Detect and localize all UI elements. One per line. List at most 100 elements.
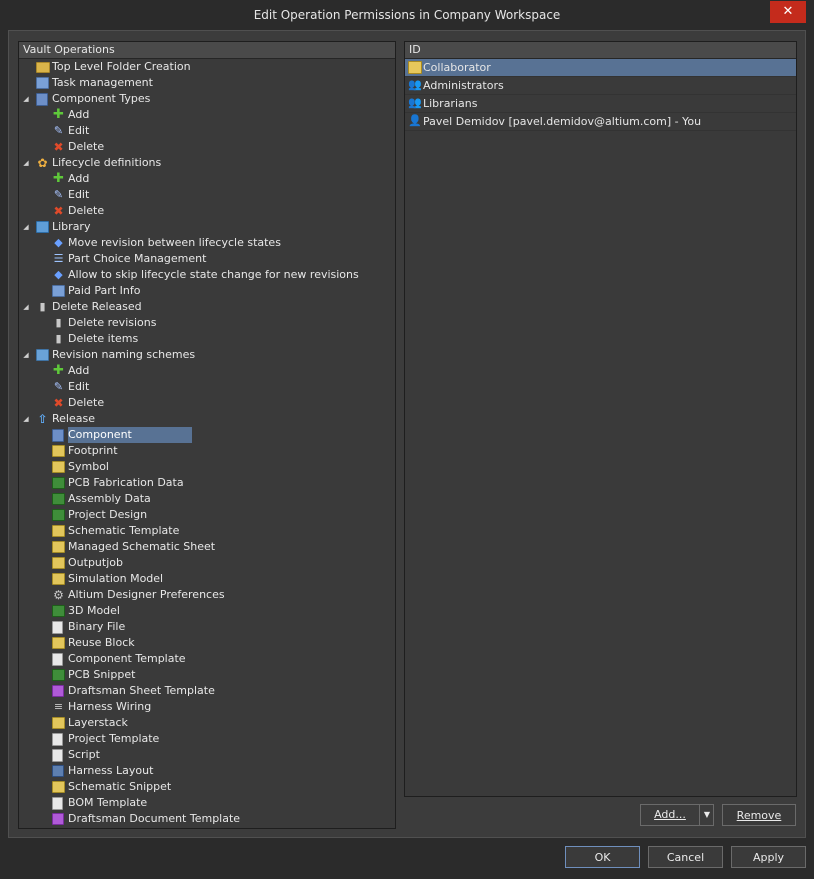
- expand-arrow-icon[interactable]: ◢: [21, 91, 31, 107]
- project-template-icon: [52, 733, 63, 746]
- add-split-button[interactable]: Add... ▼: [640, 804, 714, 826]
- tree-node-label: Edit: [68, 380, 90, 393]
- add-dropdown-icon[interactable]: ▼: [701, 805, 713, 825]
- tree-node-label: Managed Schematic Sheet: [68, 540, 216, 553]
- component-template-icon: [52, 653, 63, 666]
- tree-node[interactable]: ⚙ Altium Designer Preferences: [19, 587, 395, 603]
- move-icon: ◆: [54, 268, 63, 281]
- tree-node[interactable]: Component Template: [19, 651, 395, 667]
- tree-node[interactable]: ✚ Add: [19, 363, 395, 379]
- tree-node[interactable]: Top Level Folder Creation: [19, 59, 395, 75]
- tree-node[interactable]: ◢ ⇧ Release: [19, 411, 395, 427]
- layerstack-icon: [52, 717, 65, 729]
- tree-node[interactable]: ✖ Delete: [19, 203, 395, 219]
- tree-node[interactable]: Assembly Data: [19, 491, 395, 507]
- tree-node[interactable]: Footprint: [19, 443, 395, 459]
- tree-node[interactable]: ✎ Edit: [19, 123, 395, 139]
- tree-node[interactable]: Reuse Block: [19, 635, 395, 651]
- tree-node[interactable]: Task management: [19, 75, 395, 91]
- tree-node[interactable]: Harness Layout: [19, 763, 395, 779]
- part-choice-icon: ☰: [53, 252, 64, 265]
- tree-node-label: Draftsman Sheet Template: [68, 684, 215, 697]
- ok-button[interactable]: OK: [565, 846, 640, 868]
- tree-node[interactable]: Paid Part Info: [19, 283, 395, 299]
- tree-node-label: Add: [68, 172, 90, 185]
- tree-node-label: Lifecycle definitions: [52, 156, 162, 169]
- tree-node[interactable]: Script: [19, 747, 395, 763]
- operations-tree[interactable]: Top Level Folder Creation Task management…: [19, 59, 395, 827]
- tree-node[interactable]: Component: [19, 427, 395, 443]
- tree-node-label: Task management: [52, 76, 153, 89]
- add-icon: ✚: [53, 107, 64, 122]
- remove-button[interactable]: Remove: [722, 804, 796, 826]
- permission-row[interactable]: 👥 Administrators: [405, 77, 796, 95]
- tree-node-label: Reuse Block: [68, 636, 135, 649]
- tree-node[interactable]: ✖ Delete: [19, 395, 395, 411]
- tree-node[interactable]: ✚ Add: [19, 107, 395, 123]
- expand-arrow-icon[interactable]: ◢: [21, 411, 31, 427]
- task-icon: [36, 77, 49, 89]
- tree-node-label: Component: [68, 427, 192, 443]
- tree-node-label: Part Choice Management: [68, 252, 207, 265]
- tree-node[interactable]: BOM Template: [19, 795, 395, 811]
- tree-node[interactable]: ◆ Move revision between lifecycle states: [19, 235, 395, 251]
- tree-node[interactable]: ◢ ▮ Delete Released: [19, 299, 395, 315]
- tree-node[interactable]: PCB Fabrication Data: [19, 475, 395, 491]
- tree-node[interactable]: Schematic Snippet: [19, 779, 395, 795]
- permission-row-label: Pavel Demidov [pavel.demidov@altium.com]…: [423, 115, 702, 128]
- tree-node[interactable]: Simulation Model: [19, 571, 395, 587]
- tree-node[interactable]: PCB Snippet: [19, 667, 395, 683]
- tree-node[interactable]: ◢ Library: [19, 219, 395, 235]
- tree-node[interactable]: ✖ Delete: [19, 139, 395, 155]
- tree-node-label: Add: [68, 364, 90, 377]
- tree-node-label: Binary File: [68, 620, 126, 633]
- tree-node[interactable]: ✚ Add: [19, 171, 395, 187]
- tree-node[interactable]: ▮ Delete revisions: [19, 315, 395, 331]
- tree-node[interactable]: ◆ Allow to skip lifecycle state change fo…: [19, 267, 395, 283]
- tree-node-label: Move revision between lifecycle states: [68, 236, 281, 249]
- tree-node[interactable]: Draftsman Sheet Template: [19, 683, 395, 699]
- permission-row[interactable]: Collaborator: [405, 59, 796, 77]
- tree-node[interactable]: ◢ ✿ Lifecycle definitions: [19, 155, 395, 171]
- expand-arrow-icon[interactable]: ◢: [21, 347, 31, 363]
- 3d-model-icon: [52, 605, 65, 617]
- tree-node[interactable]: Schematic Template: [19, 523, 395, 539]
- tree-node[interactable]: Draftsman Document Template: [19, 811, 395, 827]
- tree-node-label: Schematic Snippet: [68, 780, 172, 793]
- tree-node[interactable]: Outputjob: [19, 555, 395, 571]
- tree-node[interactable]: ✎ Edit: [19, 187, 395, 203]
- permission-row-label: Administrators: [423, 79, 504, 92]
- apply-button[interactable]: Apply: [731, 846, 806, 868]
- expand-arrow-icon[interactable]: ◢: [21, 155, 31, 171]
- tree-node[interactable]: ≡ Harness Wiring: [19, 699, 395, 715]
- tree-node-label: Allow to skip lifecycle state change for…: [68, 268, 359, 281]
- tree-node[interactable]: Symbol: [19, 459, 395, 475]
- tree-node[interactable]: Project Design: [19, 507, 395, 523]
- permission-row[interactable]: 👥 Librarians: [405, 95, 796, 113]
- cancel-button[interactable]: Cancel: [648, 846, 723, 868]
- tree-node[interactable]: ☰ Part Choice Management: [19, 251, 395, 267]
- tree-node[interactable]: Project Template: [19, 731, 395, 747]
- expand-arrow-icon[interactable]: ◢: [21, 299, 31, 315]
- tree-node[interactable]: 3D Model: [19, 603, 395, 619]
- add-button[interactable]: Add...: [641, 805, 700, 825]
- tree-node[interactable]: Binary File: [19, 619, 395, 635]
- permissions-list[interactable]: Collaborator 👥 Administrators 👥 Librarians 👤 P…: [405, 59, 796, 131]
- tree-node[interactable]: ◢ Revision naming schemes: [19, 347, 395, 363]
- permission-row[interactable]: 👤 Pavel Demidov [pavel.demidov@altium.com…: [405, 113, 796, 131]
- tree-node-label: Edit: [68, 124, 90, 137]
- tree-node[interactable]: Layerstack: [19, 715, 395, 731]
- user-icon: 👤: [408, 114, 422, 127]
- tree-node[interactable]: ▮ Delete items: [19, 331, 395, 347]
- tree-node-label: Layerstack: [68, 716, 128, 729]
- close-button[interactable]: ✕: [770, 1, 806, 23]
- tree-node[interactable]: Managed Schematic Sheet: [19, 539, 395, 555]
- draftsman-document-icon: [52, 813, 64, 825]
- draftsman-sheet-icon: [52, 685, 64, 697]
- expand-arrow-icon[interactable]: ◢: [21, 219, 31, 235]
- trash-icon: ▮: [55, 316, 62, 329]
- tree-node[interactable]: ◢ Component Types: [19, 91, 395, 107]
- component-types-icon: [36, 93, 48, 106]
- schematic-snippet-icon: [52, 781, 65, 793]
- tree-node[interactable]: ✎ Edit: [19, 379, 395, 395]
